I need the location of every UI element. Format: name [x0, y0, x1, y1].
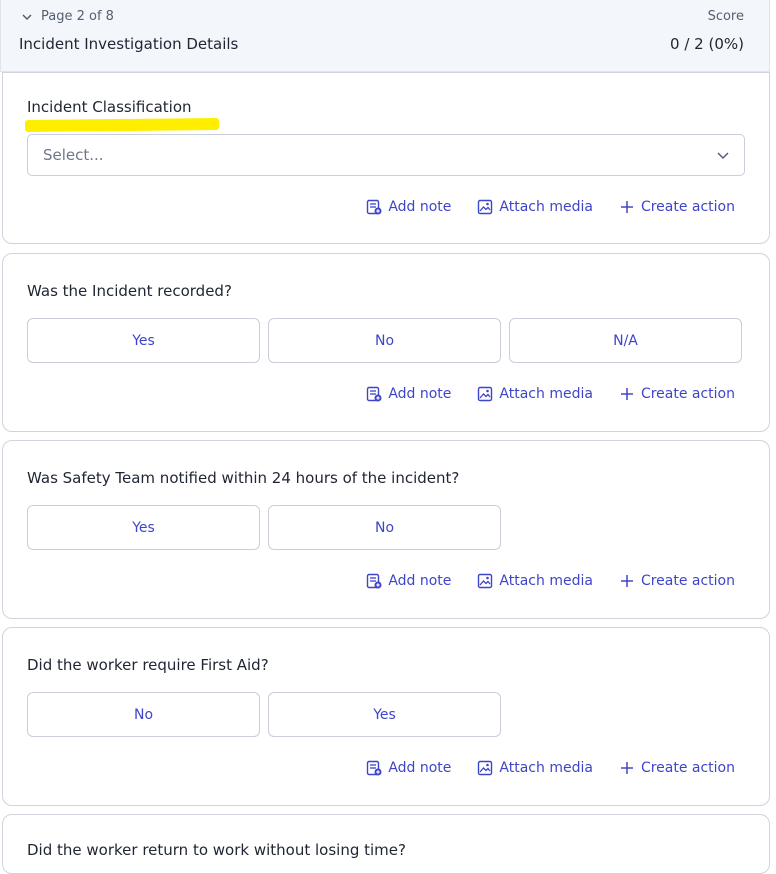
- chevron-down-icon: [717, 152, 729, 160]
- plus-icon: [620, 575, 633, 587]
- note-icon: [367, 386, 382, 402]
- image-icon: [478, 386, 493, 402]
- answer-yes-button[interactable]: Yes: [268, 692, 501, 737]
- chevron-down-icon: [22, 13, 32, 20]
- plus-icon: [620, 388, 633, 400]
- question-card-safety-notified: Was Safety Team notified within 24 hours…: [2, 440, 770, 619]
- question-title: Was Safety Team notified within 24 hours…: [27, 469, 460, 487]
- image-icon: [478, 760, 493, 776]
- plus-icon: [620, 762, 633, 774]
- create-action-button[interactable]: Create action: [619, 199, 735, 215]
- note-icon: [367, 199, 382, 215]
- add-note-button[interactable]: Add note: [366, 386, 451, 402]
- add-note-button[interactable]: Add note: [366, 199, 451, 215]
- note-icon: [367, 573, 382, 589]
- page-title: Incident Investigation Details: [19, 35, 239, 53]
- question-card-first-aid: Did the worker require First Aid? No Yes…: [2, 627, 770, 806]
- answer-no-button[interactable]: No: [268, 318, 501, 363]
- plus-icon: [620, 201, 633, 213]
- question-title: Did the worker return to work without lo…: [27, 841, 406, 859]
- attach-media-button[interactable]: Attach media: [477, 573, 593, 589]
- score-label: Score: [707, 9, 744, 24]
- answer-yes-button[interactable]: Yes: [27, 318, 260, 363]
- answer-no-button[interactable]: No: [27, 692, 260, 737]
- page-toggle[interactable]: Page 2 of 8: [21, 9, 114, 24]
- question-title: Was the Incident recorded?: [27, 282, 232, 300]
- attach-media-button[interactable]: Attach media: [477, 386, 593, 402]
- question-card-incident-recorded: Was the Incident recorded? Yes No N/A Ad…: [2, 253, 770, 432]
- highlight-mark: [24, 117, 220, 133]
- page-header: Page 2 of 8 Incident Investigation Detai…: [0, 0, 770, 72]
- attach-media-button[interactable]: Attach media: [477, 199, 593, 215]
- question-actions: Add note Attach media Create action: [366, 199, 735, 215]
- question-title: Did the worker require First Aid?: [27, 656, 269, 674]
- question-card-incident-classification: Incident Classification Select... Add no…: [2, 72, 770, 244]
- add-note-button[interactable]: Add note: [366, 760, 451, 776]
- question-title: Incident Classification: [24, 98, 220, 133]
- image-icon: [478, 573, 493, 589]
- answer-options: No Yes: [27, 692, 501, 737]
- answer-yes-button[interactable]: Yes: [27, 505, 260, 550]
- classification-select[interactable]: Select...: [27, 134, 745, 176]
- answer-options: Yes No: [27, 505, 501, 550]
- select-placeholder: Select...: [43, 146, 104, 164]
- image-icon: [478, 199, 493, 215]
- question-actions: Add note Attach media Create action: [366, 386, 735, 402]
- create-action-button[interactable]: Create action: [619, 760, 735, 776]
- answer-na-button[interactable]: N/A: [509, 318, 742, 363]
- answer-no-button[interactable]: No: [268, 505, 501, 550]
- create-action-button[interactable]: Create action: [619, 386, 735, 402]
- question-actions: Add note Attach media Create action: [366, 573, 735, 589]
- attach-media-button[interactable]: Attach media: [477, 760, 593, 776]
- page-number-label: Page 2 of 8: [41, 9, 114, 24]
- score-value: 0 / 2 (0%): [670, 35, 744, 53]
- note-icon: [367, 760, 382, 776]
- question-card-return-to-work: Did the worker return to work without lo…: [2, 814, 770, 874]
- create-action-button[interactable]: Create action: [619, 573, 735, 589]
- answer-options: Yes No N/A: [27, 318, 742, 363]
- question-actions: Add note Attach media Create action: [366, 760, 735, 776]
- add-note-button[interactable]: Add note: [366, 573, 451, 589]
